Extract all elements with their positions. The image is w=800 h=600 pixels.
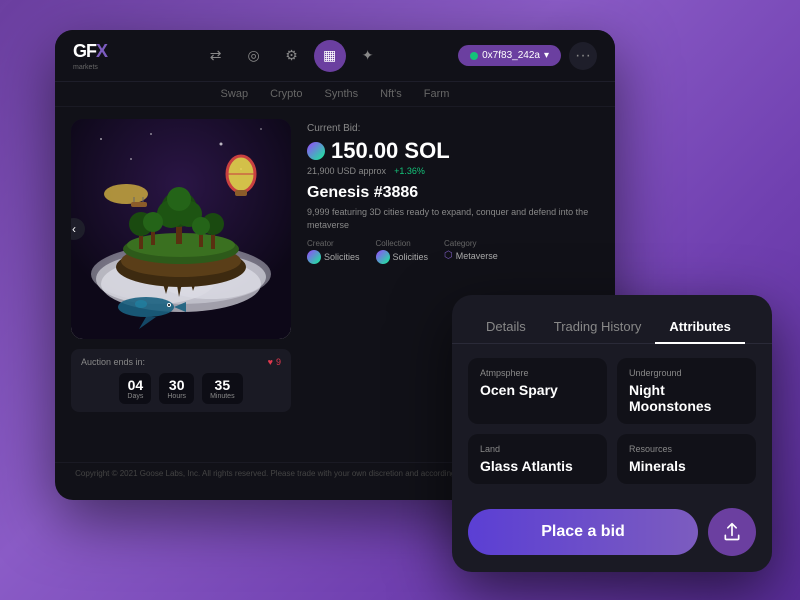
status-dot [470,52,478,60]
days-unit: 04 Days [119,373,151,404]
attr-value-underground: Night Moonstones [629,382,744,414]
share-button[interactable] [708,508,756,556]
attr-label-underground: Underground [629,368,744,378]
nav-icons: ⇄ ◎ ⚙ ▦ ✦ [125,40,458,72]
mobile-panel: Details Trading History Attributes Atmps… [452,295,772,572]
attr-card-resources: Resources Minerals [617,434,756,484]
nft-image: ‹ [71,119,291,339]
nft-description: 9,999 featuring 3D cities ready to expan… [307,206,599,231]
tab-details[interactable]: Details [472,311,540,344]
wallet-address: 0x7f83_242a [482,50,540,61]
wallet-button[interactable]: 0x7f83_242a ▾ [458,45,561,66]
subnav-synths[interactable]: Synths [324,88,358,100]
subnav-crypto[interactable]: Crypto [270,88,302,100]
crypto-icon[interactable]: ◎ [238,40,270,72]
attr-value-land: Glass Atlantis [480,458,595,474]
subnav-nfts[interactable]: Nft's [380,88,402,100]
bottom-actions: Place a bid [452,498,772,572]
attr-label-atmosphere: Atmpsphere [480,368,595,378]
collection-avatar [376,250,390,264]
chevron-down-icon: ▾ [544,50,549,61]
attr-card-atmosphere: Atmpsphere Ocen Spary [468,358,607,424]
sub-nav: Swap Crypto Synths Nft's Farm [55,82,615,107]
navbar: GFX markets ⇄ ◎ ⚙ ▦ ✦ 0x7f83_242a ▾ ··· [55,30,615,82]
bid-row: 150.00 SOL [307,138,599,164]
place-bid-button[interactable]: Place a bid [468,509,698,555]
creator-col: Creator Solicities [307,239,360,264]
category-value: ⬡ Metaverse [444,250,498,261]
nft-section: ‹ [71,119,291,450]
minutes-unit: 35 Minutes [202,373,243,404]
collection-value: Solicities [376,250,429,264]
auction-info: Auction ends in: ♥ 9 04 Days 30 Hours [71,349,291,412]
creator-value: Solicities [307,250,360,264]
subnav-swap[interactable]: Swap [221,88,249,100]
tab-attributes[interactable]: Attributes [655,311,744,344]
attr-value-resources: Minerals [629,458,744,474]
bid-amount: 150.00 SOL [331,138,450,164]
creator-avatar [307,250,321,264]
share-icon [722,522,742,542]
hours-unit: 30 Hours [159,373,194,404]
subnav-farm[interactable]: Farm [424,88,450,100]
attr-card-underground: Underground Night Moonstones [617,358,756,424]
nft-icon[interactable]: ▦ [314,40,346,72]
category-label: Category [444,239,498,248]
attr-label-land: Land [480,444,595,454]
farm-icon[interactable]: ✦ [352,40,384,72]
auction-timer: 04 Days 30 Hours 35 Minutes [81,373,281,404]
bid-approx: 21,900 USD approx [307,166,386,176]
attributes-grid: Atmpsphere Ocen Spary Underground Night … [452,344,772,498]
sol-icon [307,142,325,160]
bid-change: +1.36% [394,166,425,176]
logo: GFX markets [73,41,107,71]
more-button[interactable]: ··· [569,42,597,70]
bid-label: Current Bid: [307,123,599,134]
nft-scene [71,119,291,339]
attr-value-atmosphere: Ocen Spary [480,382,595,398]
logo-text: GFX [73,41,107,62]
logo-sub: markets [73,64,107,71]
meta-row: Creator Solicities Collection Solicities… [307,239,599,264]
tab-trading-history[interactable]: Trading History [540,311,656,344]
shuffle-icon[interactable]: ⇄ [200,40,232,72]
auction-label: Auction ends in: ♥ 9 [81,357,281,367]
creator-label: Creator [307,239,360,248]
heart-icon: ♥ [268,357,273,367]
heart-badge: ♥ 9 [268,357,281,367]
attr-card-land: Land Glass Atlantis [468,434,607,484]
collection-label: Collection [376,239,429,248]
tabs: Details Trading History Attributes [452,295,772,344]
attr-label-resources: Resources [629,444,744,454]
nav-right: 0x7f83_242a ▾ ··· [458,42,597,70]
nft-title: Genesis #3886 [307,184,599,202]
synths-icon[interactable]: ⚙ [276,40,308,72]
category-col: Category ⬡ Metaverse [444,239,498,264]
collection-col: Collection Solicities [376,239,429,264]
